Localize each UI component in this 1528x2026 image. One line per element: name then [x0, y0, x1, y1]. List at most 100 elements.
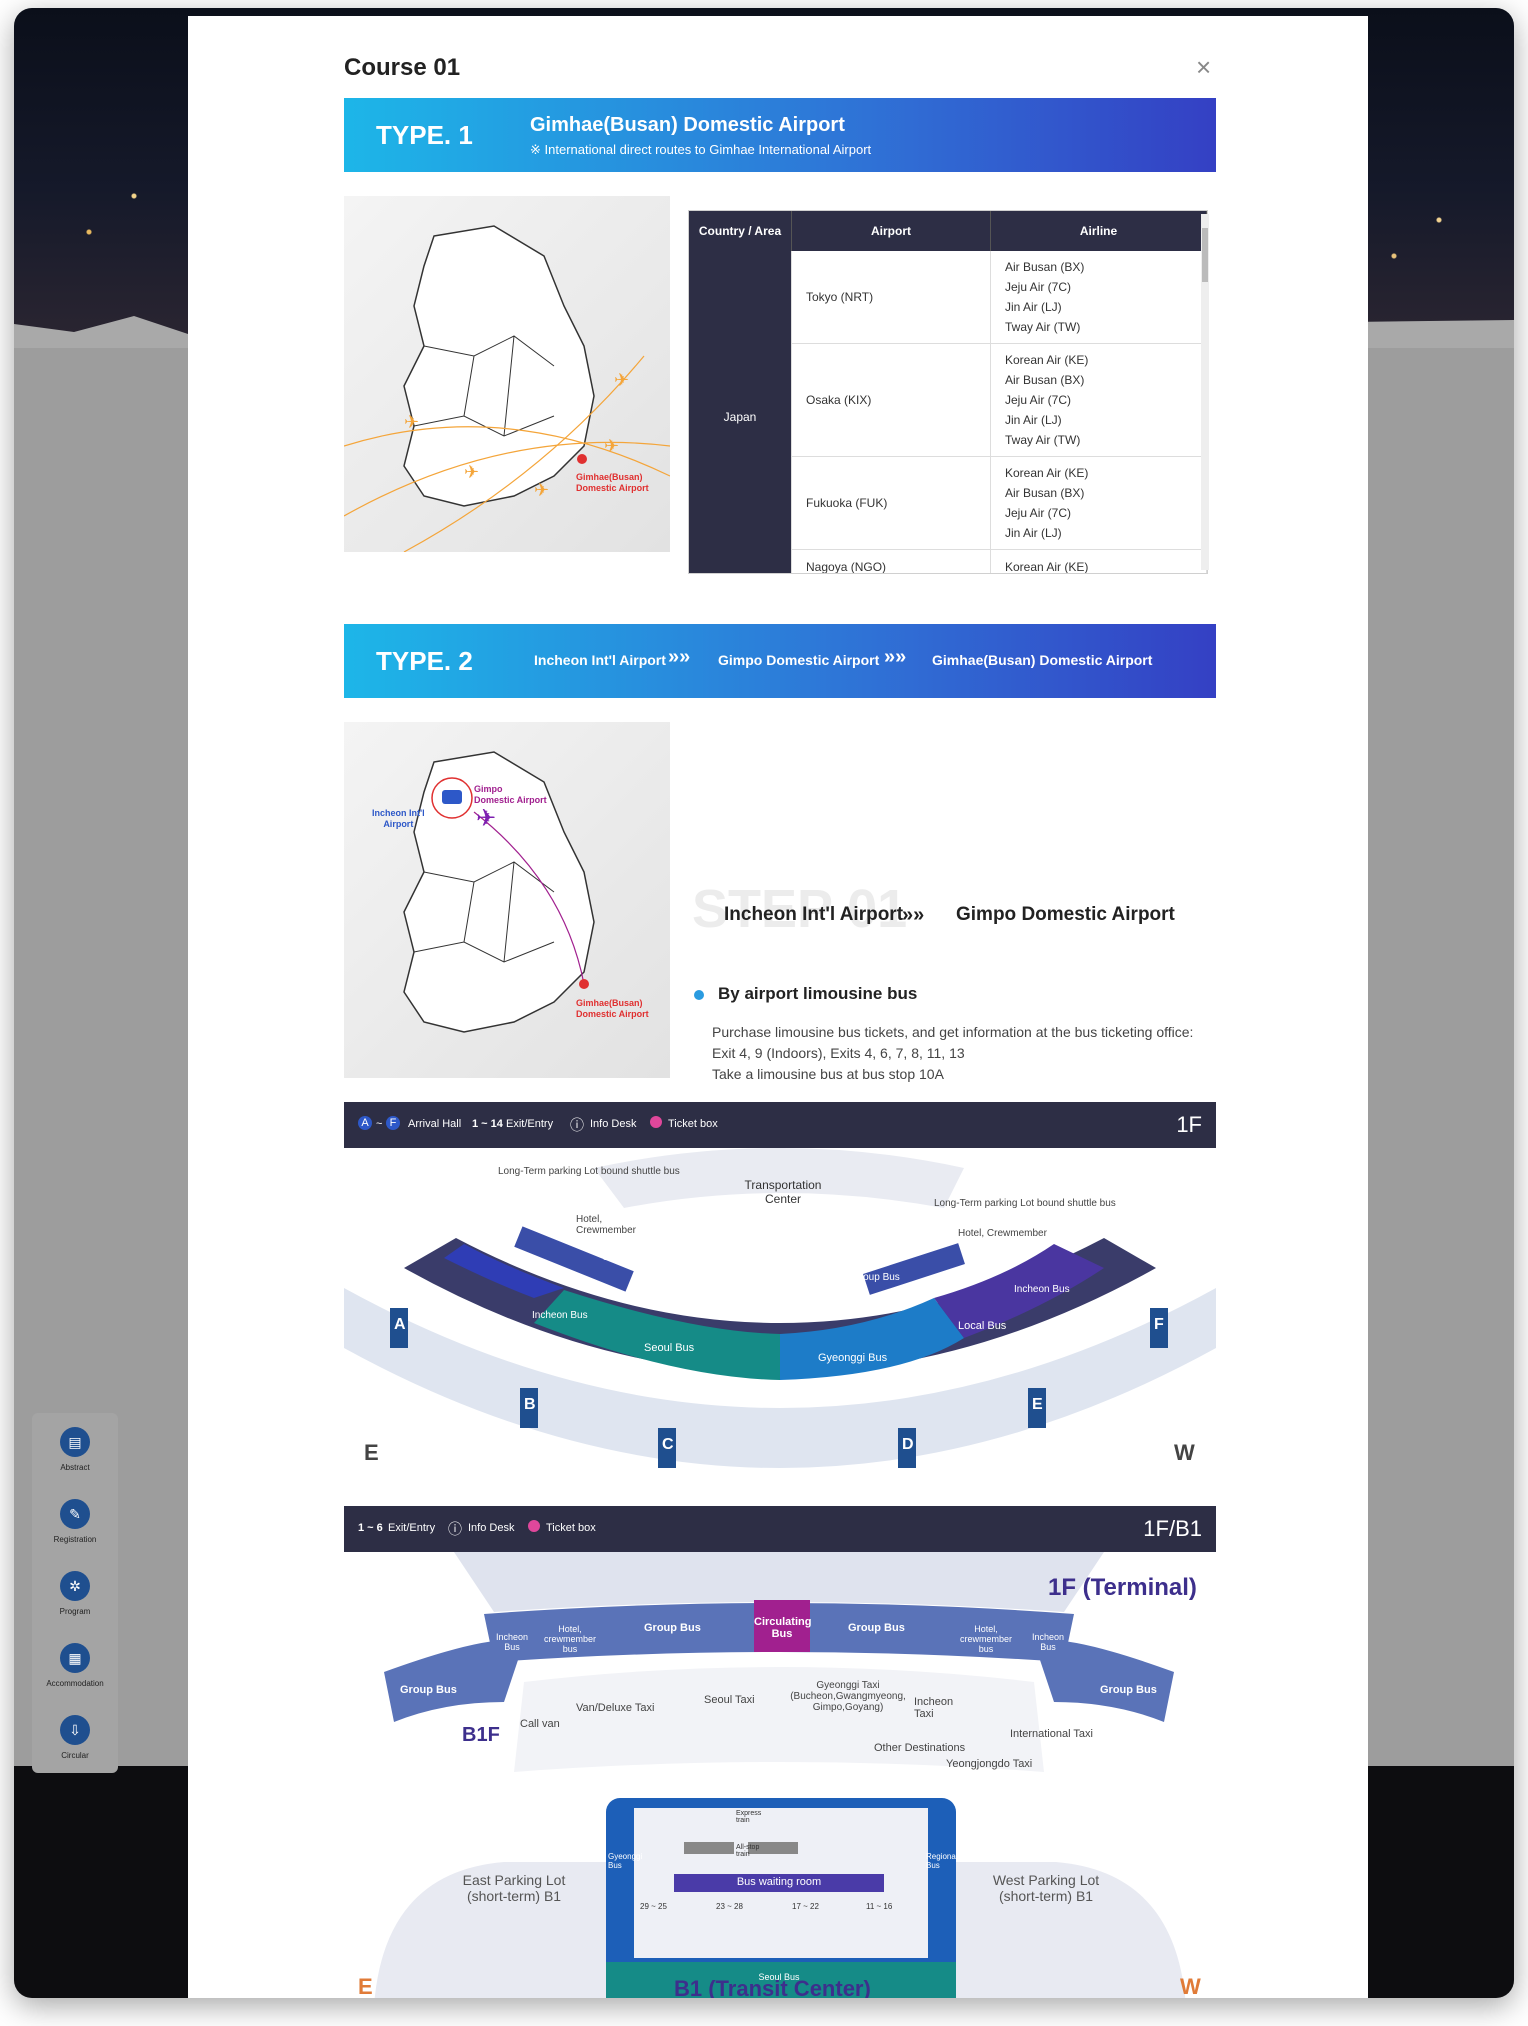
quick-circular[interactable]: ⇩ Circular	[32, 1701, 118, 1773]
gate-a-legend: A	[358, 1116, 372, 1130]
chevron-right-icon: »»	[902, 904, 925, 926]
airline-cell: Korean Air (KE) Air Busan (BX) Jeju Air …	[990, 343, 1207, 457]
bus-waiting-room: Bus waiting room	[736, 1876, 822, 1888]
table-row: Japan Tokyo (NRT) Air Busan (BX) Jeju Ai…	[689, 251, 1207, 573]
floor-label: 1F	[1176, 1112, 1202, 1137]
gimhae-map-label: Gimhae(Busan) Domestic Airport	[576, 472, 649, 494]
quick-abstract[interactable]: ▤ Abstract	[32, 1413, 118, 1485]
legend-ticket: Ticket box	[546, 1522, 596, 1534]
download-icon: ⇩	[60, 1714, 90, 1745]
chevron-right-icon: »»	[668, 646, 691, 668]
plan-1f: A B C D E F Long-Term parking Lot bound …	[344, 1148, 1216, 1506]
airline-cell: Korean Air (KE)	[990, 549, 1207, 573]
type1-title: Gimhae(Busan) Domestic Airport	[530, 114, 845, 136]
seoul-bus-b1: Seoul Bus	[758, 1972, 800, 1982]
allstop-train: All-stop train	[736, 1844, 760, 1858]
legend-info: Info Desk	[590, 1118, 637, 1130]
step-desc-1: Purchase limousine bus tickets, and get …	[712, 1024, 1194, 1040]
airport-cell: Tokyo (NRT)	[791, 251, 991, 344]
stop-range: 11 ~ 16	[866, 1902, 893, 1911]
van-taxi: Van/Deluxe Taxi	[576, 1702, 655, 1714]
type2-banner: TYPE. 2 Incheon Int'l Airport »» Gimpo D…	[344, 624, 1216, 698]
call-van: Call van	[520, 1718, 560, 1730]
incheon-bus-1: Incheon Bus	[532, 1310, 588, 1321]
other-destinations: Other Destinations	[874, 1742, 966, 1754]
info-icon: ⓘ	[448, 1521, 462, 1537]
airport-cell: Fukuoka (FUK)	[791, 456, 991, 550]
group-bus-1: Group Bus	[602, 1252, 650, 1263]
incheon-map-label: Incheon Int'l Airport	[372, 808, 425, 830]
svg-text:✈: ✈	[404, 412, 419, 432]
east-label: E	[358, 1974, 373, 1998]
abstract-icon: ▤	[60, 1426, 90, 1457]
legend-tilde: ~	[376, 1118, 383, 1130]
routes-table[interactable]: Country / Area Airport Airline Japan Tok…	[688, 210, 1208, 574]
floor-label: 1F/B1	[1143, 1516, 1202, 1541]
step-desc-3: Take a limousine bus at bus stop 10A	[712, 1066, 944, 1082]
gate-d: D	[902, 1436, 914, 1453]
quick-registration[interactable]: ✎ Registration	[32, 1485, 118, 1557]
regional-bus-b1: Regional Bus	[926, 1852, 958, 1870]
local-bus: Local Bus	[958, 1320, 1007, 1332]
type1-banner: TYPE. 1 Gimhae(Busan) Domestic Airport ※…	[344, 98, 1216, 172]
ticket-icon	[650, 1116, 662, 1128]
incheon-bus-right: Incheon Bus	[1031, 1632, 1065, 1652]
international-taxi: International Taxi	[1010, 1728, 1093, 1740]
hotel-left-label: Hotel, Crewmember	[576, 1214, 637, 1236]
type2-label: TYPE. 2	[376, 646, 473, 676]
airline-cell: Korean Air (KE) Air Busan (BX) Jeju Air …	[990, 456, 1207, 550]
legend-exit-label: Exit/Entry	[506, 1118, 554, 1130]
close-icon[interactable]: ×	[1196, 52, 1211, 83]
header-airline: Airline	[990, 211, 1207, 251]
header-country: Country / Area	[689, 211, 792, 251]
step-from: Incheon Int'l Airport	[724, 904, 904, 925]
seoul-bus: Seoul Bus	[644, 1342, 695, 1354]
chevron-right-icon: »»	[884, 646, 907, 668]
west-label: W	[1180, 1974, 1201, 1998]
quick-abstract-label: Abstract	[60, 1462, 90, 1472]
incheon-map-label-line2: Airport	[383, 819, 414, 829]
group-bus-far-right: Group Bus	[1100, 1684, 1157, 1696]
legend-ticket: Ticket box	[668, 1118, 718, 1130]
incheon-bus-2: Incheon Bus	[1014, 1284, 1070, 1295]
plan-b1: 1F (Terminal) B1F B1 (Transit Center) Gr…	[344, 1552, 1216, 1998]
express-train: Express train	[736, 1810, 762, 1824]
korea-map-route-2: ✈	[403, 751, 595, 1033]
quick-menu: ▤ Abstract ✎ Registration ✲ Program ▦ Accomm…	[32, 1413, 118, 1773]
circulating-bus: Circulating Bus	[754, 1616, 812, 1640]
quick-registration-label: Registration	[53, 1534, 97, 1544]
svg-text:✈: ✈	[476, 805, 496, 832]
accommodation-icon: ▦	[60, 1642, 90, 1673]
quick-program[interactable]: ✲ Program	[32, 1557, 118, 1629]
program-icon: ✲	[60, 1570, 90, 1601]
group-bus-mid-right: Group Bus	[848, 1622, 905, 1634]
group-bus-mid-left: Group Bus	[644, 1622, 701, 1634]
group-bus-2: Group Bus	[810, 1272, 838, 1294]
incheon-taxi: Incheon Taxi	[914, 1696, 954, 1720]
route-incheon: Incheon Int'l Airport	[534, 652, 666, 668]
b1f-label: B1F	[462, 1724, 500, 1746]
plan-b1-header: 1 ~ 6 Exit/Entry ⓘ Info Desk Ticket box …	[344, 1506, 1216, 1552]
group-bus-far-left: Group Bus	[400, 1684, 457, 1696]
gyeonggi-bus: Gyeonggi Bus	[818, 1352, 888, 1364]
svg-text:✈: ✈	[534, 480, 549, 500]
quick-accommodation[interactable]: ▦ Accommodation	[32, 1629, 118, 1701]
west-parking-lot: West Parking Lot (short-term) B1	[992, 1872, 1100, 1904]
type1-subtitle: ※ International direct routes to Gimhae …	[530, 142, 872, 157]
hotel-bus-right: Hotel, crewmember bus	[959, 1624, 1012, 1654]
info-icon: ⓘ	[570, 1117, 584, 1133]
step-desc-2: Exit 4, 9 (Indoors), Exits 4, 6, 7, 8, 1…	[712, 1045, 965, 1061]
route-gimhae: Gimhae(Busan) Domestic Airport	[932, 652, 1153, 668]
gate-e: E	[1032, 1396, 1043, 1413]
gate-f-legend: F	[386, 1116, 400, 1130]
legend-exits: 1 ~ 14	[472, 1118, 503, 1130]
type1-map: ✈ ✈ ✈ ✈ ✈ Gimhae(Busan) Domestic Airport	[344, 196, 670, 552]
group-bus-3: Group Bus	[852, 1272, 900, 1283]
table-scrollbar[interactable]	[1201, 214, 1209, 570]
svg-text:✈: ✈	[604, 436, 619, 456]
route-gimpo: Gimpo Domestic Airport	[718, 652, 880, 668]
gimhae-map-label: Gimhae(Busan) Domestic Airport	[576, 998, 649, 1020]
legend-exit-label: Exit/Entry	[388, 1522, 436, 1534]
west-label: W	[1174, 1440, 1195, 1465]
scrollbar-thumb[interactable]	[1202, 228, 1208, 282]
